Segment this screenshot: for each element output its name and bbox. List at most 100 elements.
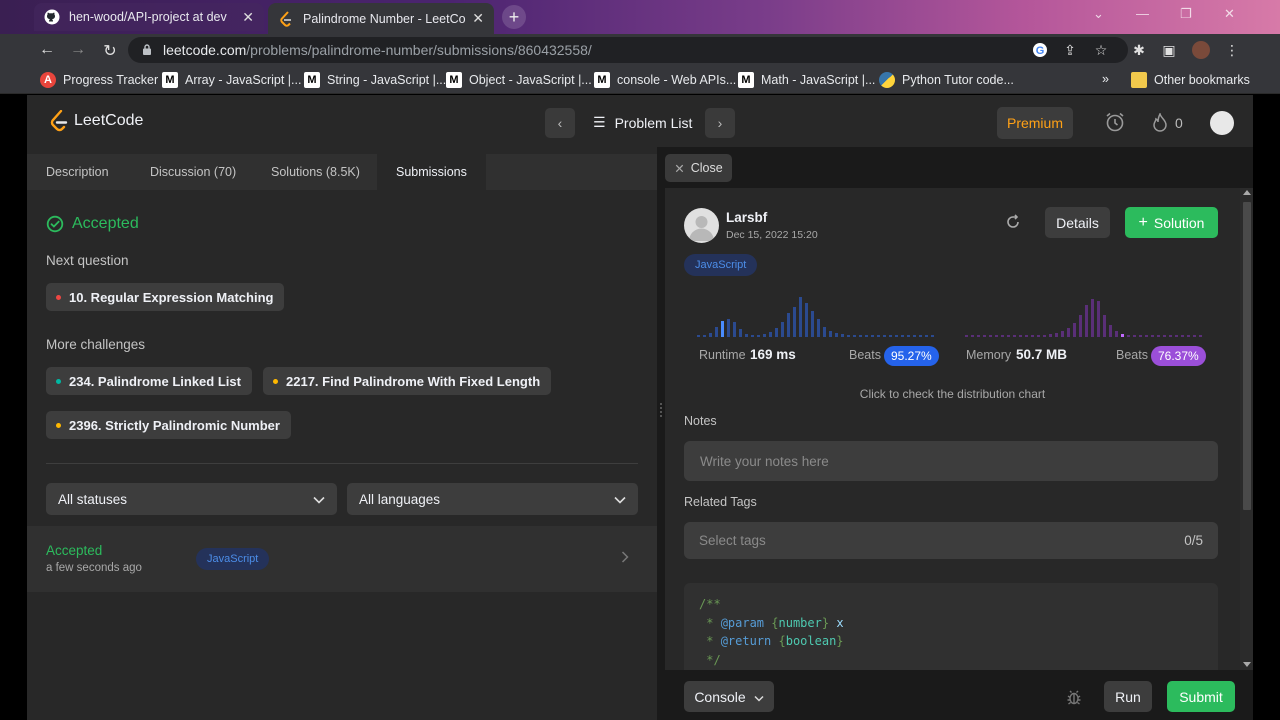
distribution-hint[interactable]: Click to check the distribution chart [665,387,1240,401]
memory-value: 50.7 MB [1016,347,1068,362]
restore-icon[interactable]: ❐ [1180,6,1192,22]
scroll-down-icon[interactable] [1243,662,1251,667]
bookmark-math[interactable]: M Math - JavaScript |... [738,72,875,88]
scroll-thumb[interactable] [1243,202,1251,510]
extensions-icon[interactable]: ✱ [1131,42,1147,58]
histogram-bar [977,335,980,337]
run-button[interactable]: Run [1104,681,1152,712]
details-button[interactable]: Details [1045,207,1110,238]
histogram-bar [703,335,706,337]
language-filter-value: All languages [359,491,441,507]
refresh-icon[interactable] [1005,214,1021,233]
chevron-right-icon [621,551,629,566]
histogram-bar [745,334,748,337]
streak-counter[interactable]: 0 [1152,113,1183,133]
back-icon[interactable]: ← [38,41,56,59]
tab-discussion[interactable]: Discussion (70) [131,154,255,190]
bookmark-array[interactable]: M Array - JavaScript |... [162,72,301,88]
tags-select[interactable]: Select tags 0/5 [684,522,1218,559]
challenge-chip[interactable]: 2396. Strictly Palindromic Number [46,411,291,439]
bookmark-console[interactable]: M console - Web APIs... [594,72,736,88]
leetcode-logo[interactable]: LeetCode [49,110,143,132]
difficulty-dot [56,294,61,300]
profile-avatar[interactable] [1192,41,1210,59]
tab-solutions[interactable]: Solutions (8.5K) [252,154,379,190]
bookmark-label: Progress Tracker [63,73,159,87]
more-bookmarks-button[interactable]: » [1102,72,1109,86]
problem-list-button[interactable]: ☰ Problem List [593,114,692,131]
histogram-bar [829,331,832,337]
solution-button[interactable]: + Solution [1125,207,1218,238]
chevron-down-icon[interactable]: ⌄ [1093,6,1104,22]
bookmark-progress-tracker[interactable]: A Progress Tracker [40,72,158,88]
status-filter[interactable]: All statuses [46,483,337,515]
histogram-bar [1043,335,1046,337]
prev-problem-button[interactable]: ‹ [545,108,575,138]
bookmark-string[interactable]: M String - JavaScript |... [304,72,446,88]
browser-tab-leetcode[interactable]: Palindrome Number - LeetCode ✕ [268,3,494,34]
next-problem-button[interactable]: › [705,108,735,138]
bug-icon[interactable] [1065,688,1083,709]
browser-tab-github[interactable]: hen-wood/API-project at dev ✕ [34,3,264,31]
minimize-icon[interactable]: — [1136,6,1149,21]
alarm-clock-icon[interactable] [1104,111,1126,136]
challenge-chip[interactable]: 2217. Find Palindrome With Fixed Length [263,367,552,395]
histogram-bar [763,334,766,337]
user-name[interactable]: Larsbf [726,210,767,225]
histogram-bar [1109,325,1112,337]
panel-splitter[interactable] [657,147,665,720]
close-button[interactable]: ✕ Close [665,154,732,182]
histogram-bar [1145,335,1148,337]
notes-input[interactable]: Write your notes here [684,441,1218,481]
histogram-bar [1067,328,1070,337]
submission-date: Dec 15, 2022 15:20 [726,229,818,241]
reload-icon[interactable]: ↻ [101,41,119,61]
table-row[interactable]: Accepted a few seconds ago JavaScript [27,526,657,592]
histogram-bar [775,328,778,337]
bookmark-python-tutor[interactable]: Python Tutor code... [879,72,1014,88]
submit-button[interactable]: Submit [1167,681,1235,712]
histogram-bar [913,335,916,337]
close-icon[interactable]: ✕ [472,10,484,27]
right-panel: ✕ Close Larsbf Dec 15, 2022 15:20 Detail… [665,147,1253,720]
bookmark-object[interactable]: M Object - JavaScript |... [446,72,592,88]
memory-distribution-chart[interactable] [965,293,1205,338]
next-question-chip[interactable]: 10. Regular Expression Matching [46,283,285,311]
svg-text:G: G [1036,45,1045,57]
related-tags-label: Related Tags [684,495,757,509]
leetcode-icon [278,10,294,27]
language-filter[interactable]: All languages [347,483,638,515]
avatar[interactable] [1210,111,1234,135]
histogram-bar [1025,335,1028,337]
kebab-menu-icon[interactable]: ⋮ [1224,42,1240,58]
window-close-icon[interactable]: ✕ [1224,6,1235,22]
histogram-bar [1163,335,1166,337]
tab-title: Palindrome Number - LeetCode [303,11,467,26]
flame-icon [1153,113,1167,132]
chip-label: 234. Palindrome Linked List [69,373,241,389]
challenge-chip[interactable]: 234. Palindrome Linked List [46,367,252,395]
runtime-distribution-chart[interactable] [697,293,937,338]
other-bookmarks-folder[interactable]: Other bookmarks [1131,72,1250,88]
new-tab-button[interactable]: + [502,5,526,29]
chevron-down-icon [754,689,764,705]
tab-description[interactable]: Description [27,154,128,190]
top-nav: LeetCode ‹ ☰ Problem List › Premium 0 [27,95,1253,147]
histogram-bar [1175,335,1178,337]
address-bar[interactable]: leetcode.com/problems/palindrome-number/… [128,37,1128,63]
histogram-bar [715,327,718,337]
google-icon[interactable]: G [1032,42,1048,58]
scrollbar[interactable] [1240,188,1253,670]
mdn-icon: M [446,72,462,88]
scroll-up-icon[interactable] [1243,190,1251,195]
side-panel-icon[interactable]: ▣ [1161,42,1177,58]
code-viewer[interactable]: /** * @param {number} x * @return {boole… [684,583,1218,670]
premium-button[interactable]: Premium [997,107,1073,139]
share-icon[interactable]: ⇪ [1062,42,1078,58]
bookmark-star-icon[interactable]: ☆ [1093,42,1109,58]
tab-submissions[interactable]: Submissions [377,154,486,190]
check-circle-icon [46,215,64,233]
close-icon[interactable]: ✕ [242,9,254,26]
forward-icon[interactable]: → [69,41,87,59]
console-button[interactable]: Console [684,681,774,712]
